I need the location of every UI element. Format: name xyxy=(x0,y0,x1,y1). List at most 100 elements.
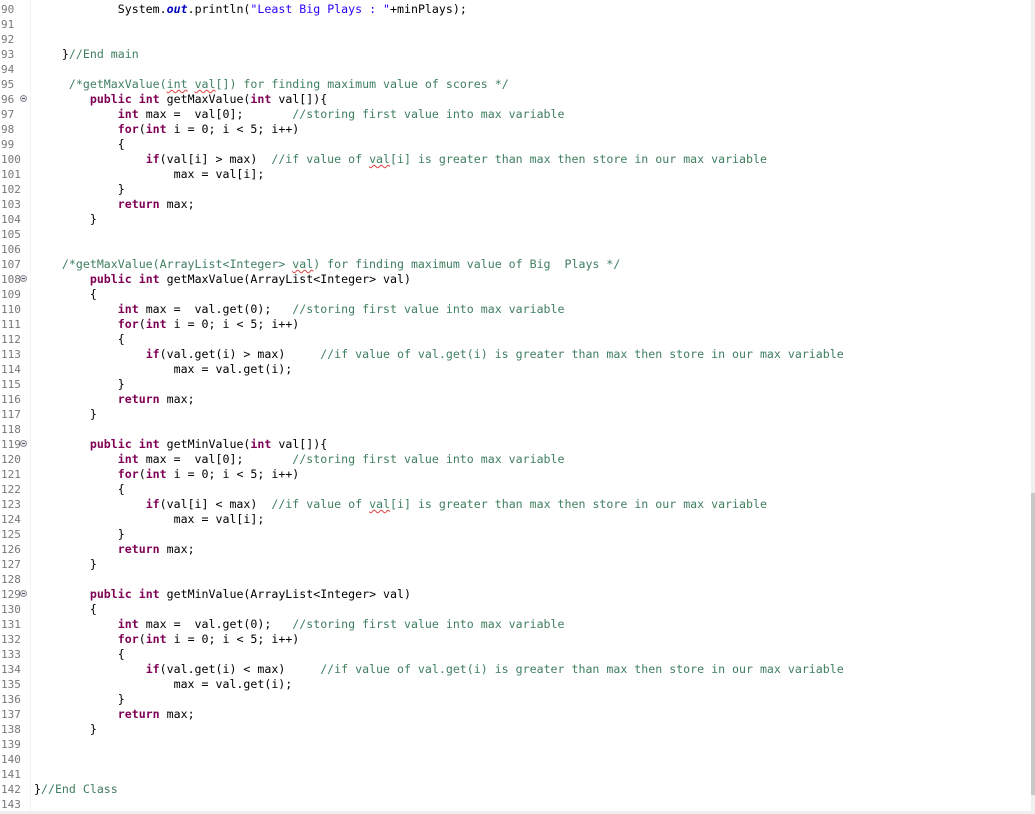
code-token: } xyxy=(34,722,97,736)
code-token: max = val.get(i); xyxy=(34,677,293,691)
line-number: 130 xyxy=(1,603,21,616)
code-line[interactable]: 103 return max; xyxy=(0,197,1031,212)
code-line[interactable]: 98 for(int i = 0; i < 5; i++) xyxy=(0,122,1031,137)
code-line[interactable]: 134 if(val.get(i) < max) //if value of v… xyxy=(0,662,1031,677)
code-line[interactable]: 130 { xyxy=(0,602,1031,617)
code-line[interactable]: 104 } xyxy=(0,212,1031,227)
code-line[interactable]: 122 { xyxy=(0,482,1031,497)
code-line[interactable]: 110 int max = val.get(0); //storing firs… xyxy=(0,302,1031,317)
collapse-fold-icon[interactable] xyxy=(20,95,27,102)
code-token: (val.get(i) > max) xyxy=(159,347,321,361)
code-line[interactable]: 123 if(val[i] < max) //if value of val[i… xyxy=(0,497,1031,512)
code-line[interactable]: 101 max = val[i]; xyxy=(0,167,1031,182)
code-line[interactable]: 99 { xyxy=(0,137,1031,152)
code-line[interactable]: 127 } xyxy=(0,557,1031,572)
code-line[interactable]: 109 { xyxy=(0,287,1031,302)
comment-token: //storing first value into max variable xyxy=(292,452,565,466)
code-line[interactable]: 100 if(val[i] > max) //if value of val[i… xyxy=(0,152,1031,167)
code-line[interactable]: 140 xyxy=(0,752,1031,767)
code-line[interactable]: 141 xyxy=(0,767,1031,782)
code-line[interactable]: 97 int max = val[0]; //storing first val… xyxy=(0,107,1031,122)
code-line[interactable]: 119 public int getMinValue(int val[]){ xyxy=(0,437,1031,452)
line-number: 99 xyxy=(1,138,15,151)
code-line[interactable]: 142}//End Class xyxy=(0,782,1031,797)
code-line[interactable]: 121 for(int i = 0; i < 5; i++) xyxy=(0,467,1031,482)
code-line[interactable]: 92 xyxy=(0,32,1031,47)
code-token: (val[i] < max) xyxy=(159,497,272,511)
code-text: max = val[i]; xyxy=(34,167,265,182)
keyword-token: for xyxy=(117,632,139,646)
code-line[interactable]: 90 System.out.println("Least Big Plays :… xyxy=(0,2,1031,17)
code-line[interactable]: 105 xyxy=(0,227,1031,242)
code-line[interactable]: 120 int max = val[0]; //storing first va… xyxy=(0,452,1031,467)
keyword-token: if xyxy=(145,152,160,166)
static-field-token: out xyxy=(166,2,188,16)
code-line[interactable]: 129 public int getMinValue(ArrayList<Int… xyxy=(0,587,1031,602)
code-line[interactable]: 124 max = val[i]; xyxy=(0,512,1031,527)
collapse-fold-icon[interactable] xyxy=(20,275,27,282)
code-line[interactable]: 139 xyxy=(0,737,1031,752)
line-number: 105 xyxy=(1,228,21,241)
code-text: }//End Class xyxy=(34,782,118,797)
code-line[interactable]: 107 /*getMaxValue(ArrayList<Integer> val… xyxy=(0,257,1031,272)
collapse-fold-icon[interactable] xyxy=(20,440,27,447)
comment-token: /*getMaxValue( xyxy=(34,77,167,91)
code-line[interactable]: 138 } xyxy=(0,722,1031,737)
code-line[interactable]: 108 public int getMaxValue(ArrayList<Int… xyxy=(0,272,1031,287)
keyword-token: int xyxy=(250,437,272,451)
line-number: 111 xyxy=(1,318,21,331)
code-token: max; xyxy=(159,542,195,556)
code-line[interactable]: 112 { xyxy=(0,332,1031,347)
code-line[interactable]: 128 xyxy=(0,572,1031,587)
collapse-fold-icon[interactable] xyxy=(20,590,27,597)
code-line[interactable]: 116 return max; xyxy=(0,392,1031,407)
code-line[interactable]: 143 xyxy=(0,797,1031,811)
code-line[interactable]: 91 xyxy=(0,17,1031,32)
code-line[interactable]: 135 max = val.get(i); xyxy=(0,677,1031,692)
vertical-scrollbar-thumb[interactable] xyxy=(1031,493,1035,795)
code-line[interactable]: 117 } xyxy=(0,407,1031,422)
code-line[interactable]: 115 } xyxy=(0,377,1031,392)
code-text: for(int i = 0; i < 5; i++) xyxy=(34,122,300,137)
line-number: 98 xyxy=(1,123,15,136)
code-line[interactable]: 102 } xyxy=(0,182,1031,197)
code-text: } xyxy=(34,692,125,707)
code-line[interactable]: 113 if(val.get(i) > max) //if value of v… xyxy=(0,347,1031,362)
code-token: } xyxy=(34,212,97,226)
code-line[interactable]: 95 /*getMaxValue(int val[]) for finding … xyxy=(0,77,1031,92)
code-token: max = val.get(i); xyxy=(34,362,293,376)
code-line[interactable]: 96 public int getMaxValue(int val[]){ xyxy=(0,92,1031,107)
comment-token: //if value of val.get(i) is greater than… xyxy=(320,347,844,361)
code-line[interactable]: 114 max = val.get(i); xyxy=(0,362,1031,377)
code-token: max; xyxy=(159,197,195,211)
code-line[interactable]: 94 xyxy=(0,62,1031,77)
code-line[interactable]: 118 xyxy=(0,422,1031,437)
line-number: 120 xyxy=(1,453,21,466)
code-line[interactable]: 131 int max = val.get(0); //storing firs… xyxy=(0,617,1031,632)
code-editor[interactable]: 90 System.out.println("Least Big Plays :… xyxy=(0,0,1031,811)
code-line[interactable]: 136 } xyxy=(0,692,1031,707)
line-number: 143 xyxy=(1,798,21,811)
code-token: max = val.get(0); xyxy=(138,302,293,316)
code-text: System.out.println("Least Big Plays : "+… xyxy=(34,2,467,17)
code-line[interactable]: 125 } xyxy=(0,527,1031,542)
keyword-token: public xyxy=(89,437,132,451)
code-line[interactable]: 126 return max; xyxy=(0,542,1031,557)
keyword-token: return xyxy=(117,197,160,211)
code-line[interactable]: 133 { xyxy=(0,647,1031,662)
code-line[interactable]: 132 for(int i = 0; i < 5; i++) xyxy=(0,632,1031,647)
code-line[interactable]: 106 xyxy=(0,242,1031,257)
code-line[interactable]: 137 return max; xyxy=(0,707,1031,722)
line-number: 103 xyxy=(1,198,21,211)
code-line[interactable]: 111 for(int i = 0; i < 5; i++) xyxy=(0,317,1031,332)
code-text: } xyxy=(34,212,97,227)
comment-token: val xyxy=(369,152,391,166)
keyword-token: for xyxy=(117,317,139,331)
code-line[interactable]: 93 }//End main xyxy=(0,47,1031,62)
